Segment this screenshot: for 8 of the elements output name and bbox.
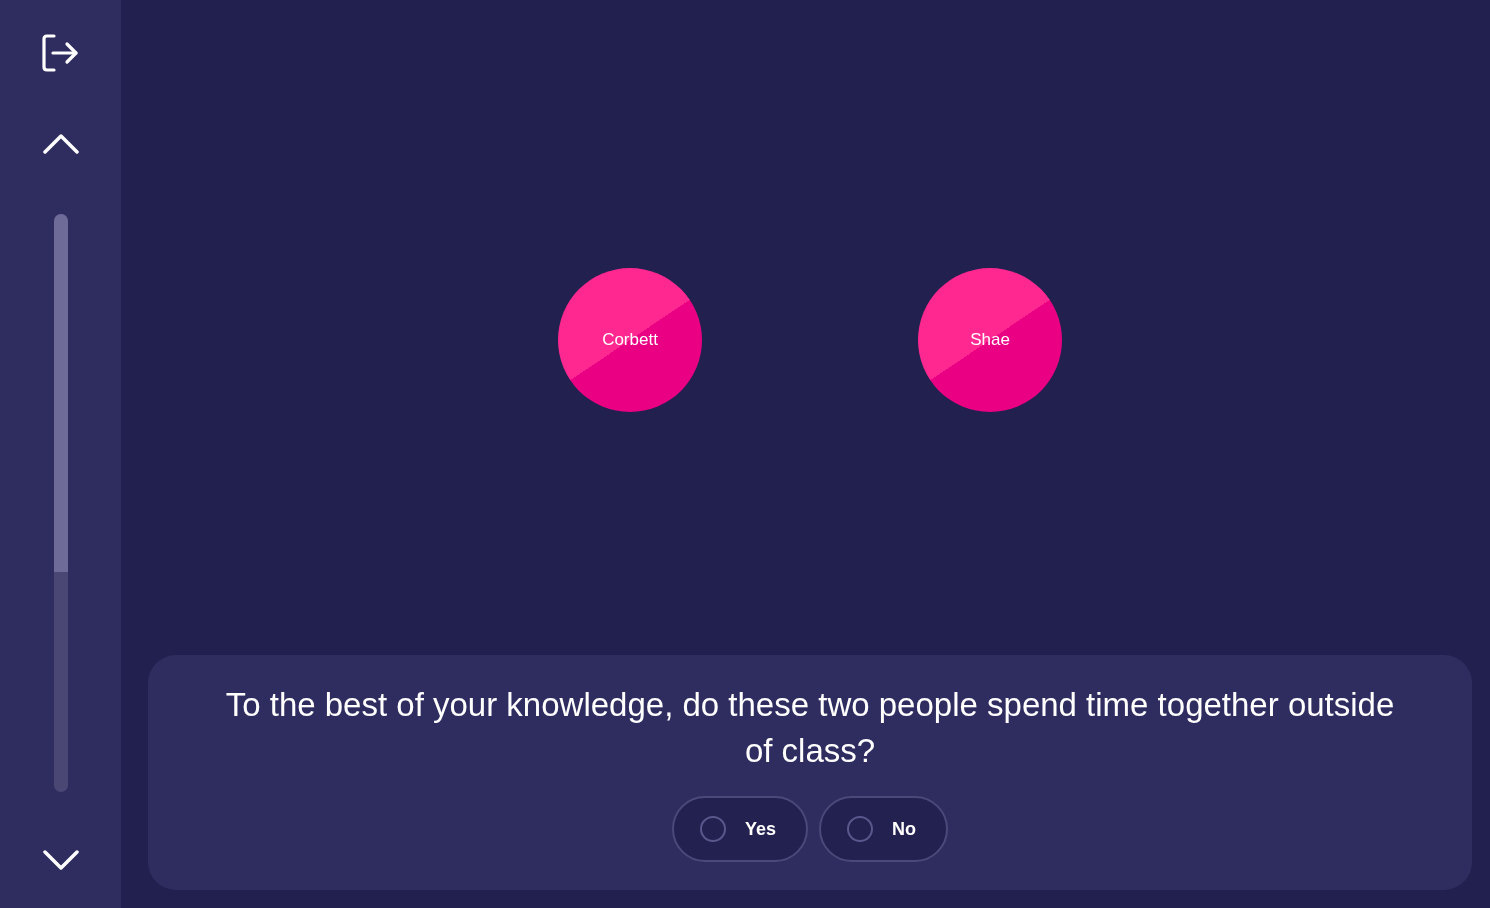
answer-button[interactable]: Yes — [671, 796, 808, 862]
chevron-down-icon[interactable] — [42, 850, 79, 870]
person-node: Corbett — [558, 267, 702, 412]
logout-icon[interactable] — [42, 34, 79, 72]
question-text: To the best of your knowledge, do these two people spend time together outside of class? — [224, 685, 1396, 771]
person-node: Shae — [918, 267, 1062, 412]
chevron-up-icon[interactable] — [42, 134, 79, 154]
answer-button[interactable]: No — [819, 796, 948, 862]
